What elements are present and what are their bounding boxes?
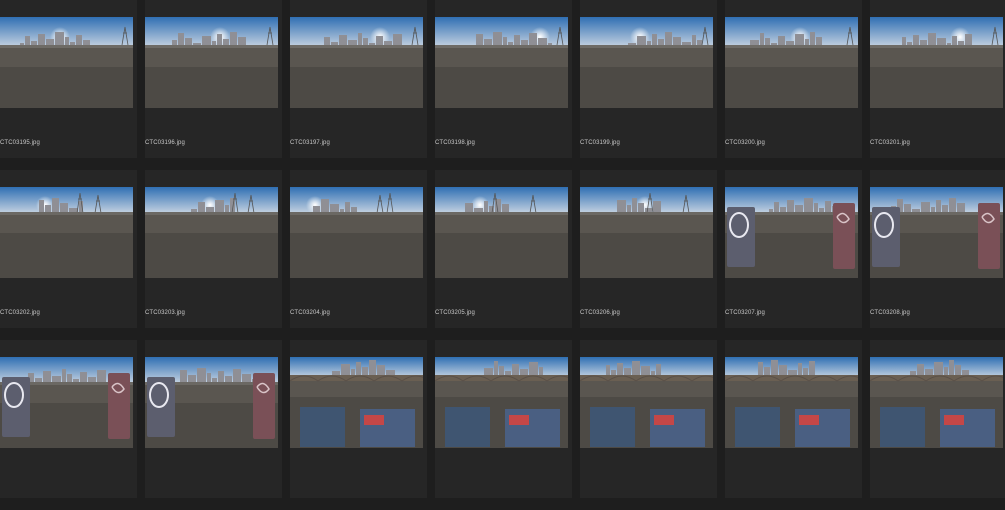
thumbnail-cell[interactable] [580,340,717,498]
thumbnail-cell[interactable] [0,340,137,498]
thumbnail-image[interactable] [290,357,423,448]
thumbnail-image[interactable] [725,187,858,278]
filename-label: CTC03206.jpg [580,310,620,316]
thumbnail-cell[interactable] [725,340,862,498]
thumbnail-cell[interactable]: CTC03201.jpg [870,0,1005,158]
thumbnail-cell[interactable]: CTC03200.jpg [725,0,862,158]
thumbnail-image[interactable] [145,17,278,108]
thumbnail-cell[interactable]: CTC03199.jpg [580,0,717,158]
thumbnail-cell[interactable] [435,340,572,498]
thumbnail-cell[interactable] [145,340,282,498]
filename-label: CTC03196.jpg [145,140,185,146]
thumbnail-image[interactable] [870,17,1003,108]
thumbnail-image[interactable] [290,17,423,108]
grid-row: CTC03195.jpg CTC03196.jpg CTC03197.jpg C… [0,0,1005,170]
thumbnail-image[interactable] [145,187,278,278]
filename-label: CTC03203.jpg [145,310,185,316]
filename-label: CTC03201.jpg [870,140,910,146]
thumbnail-image[interactable] [870,187,1003,278]
thumbnail-cell[interactable] [870,340,1005,498]
thumbnail-image[interactable] [870,357,1003,448]
thumbnail-image[interactable] [580,17,713,108]
thumbnail-image[interactable] [435,17,568,108]
thumbnail-image[interactable] [0,187,133,278]
filename-label: CTC03195.jpg [0,140,40,146]
thumbnail-image[interactable] [725,17,858,108]
filename-label: CTC03200.jpg [725,140,765,146]
thumbnail-cell[interactable]: CTC03203.jpg [145,170,282,328]
thumbnail-cell[interactable]: CTC03197.jpg [290,0,427,158]
filename-label: CTC03199.jpg [580,140,620,146]
grid-row: CTC03202.jpg CTC03203.jpg CTC03204.jpg C… [0,170,1005,340]
filename-label: CTC03204.jpg [290,310,330,316]
thumbnail-cell[interactable]: CTC03196.jpg [145,0,282,158]
thumbnail-image[interactable] [435,187,568,278]
thumbnail-cell[interactable]: CTC03195.jpg [0,0,137,158]
thumbnail-image[interactable] [580,357,713,448]
thumbnail-image[interactable] [290,187,423,278]
thumbnail-image[interactable] [580,187,713,278]
filename-label: CTC03197.jpg [290,140,330,146]
thumbnail-cell[interactable]: CTC03206.jpg [580,170,717,328]
thumbnail-image[interactable] [145,357,278,448]
filename-label: CTC03198.jpg [435,140,475,146]
thumbnail-cell[interactable]: CTC03205.jpg [435,170,572,328]
thumbnail-cell[interactable]: CTC03204.jpg [290,170,427,328]
thumbnail-image[interactable] [0,17,133,108]
thumbnail-cell[interactable] [290,340,427,498]
thumbnail-cell[interactable]: CTC03207.jpg [725,170,862,328]
thumbnail-image[interactable] [725,357,858,448]
filename-label: CTC03202.jpg [0,310,40,316]
thumbnail-cell[interactable]: CTC03202.jpg [0,170,137,328]
filename-label: CTC03207.jpg [725,310,765,316]
filename-label: CTC03205.jpg [435,310,475,316]
thumbnail-image[interactable] [435,357,568,448]
grid-row [0,340,1005,510]
thumbnail-cell[interactable]: CTC03208.jpg [870,170,1005,328]
thumbnail-cell[interactable]: CTC03198.jpg [435,0,572,158]
filename-label: CTC03208.jpg [870,310,910,316]
photo-grid: CTC03195.jpg CTC03196.jpg CTC03197.jpg C… [0,0,1005,498]
thumbnail-image[interactable] [0,357,133,448]
